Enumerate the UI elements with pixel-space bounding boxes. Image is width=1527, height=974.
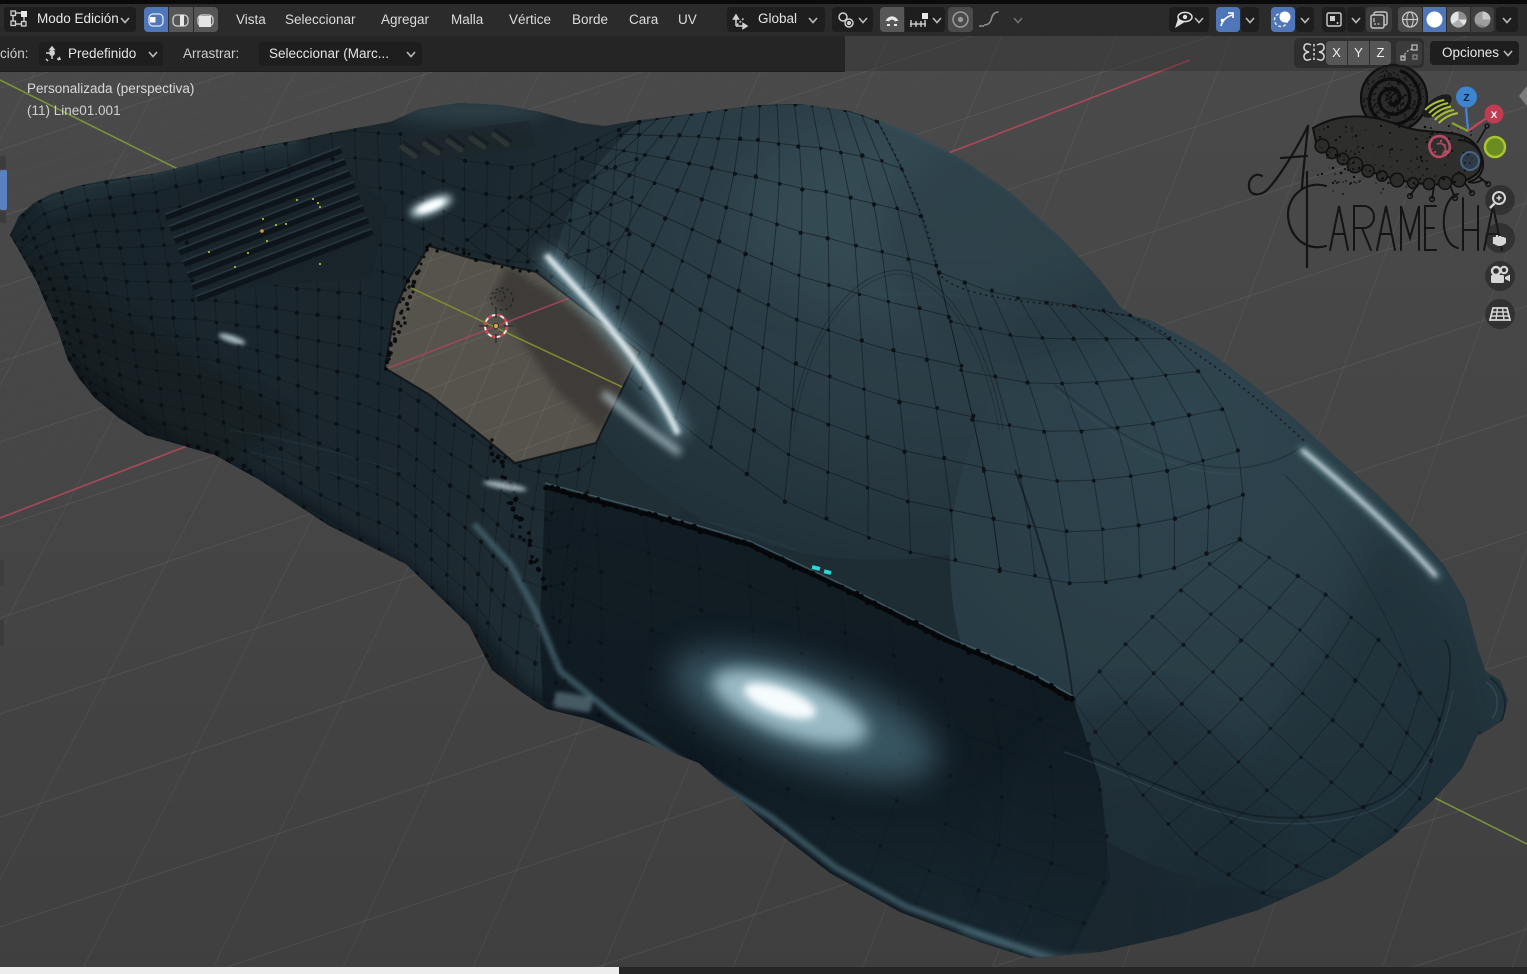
svg-text:X: X	[1491, 110, 1498, 121]
svg-text:Z: Z	[1463, 92, 1470, 104]
